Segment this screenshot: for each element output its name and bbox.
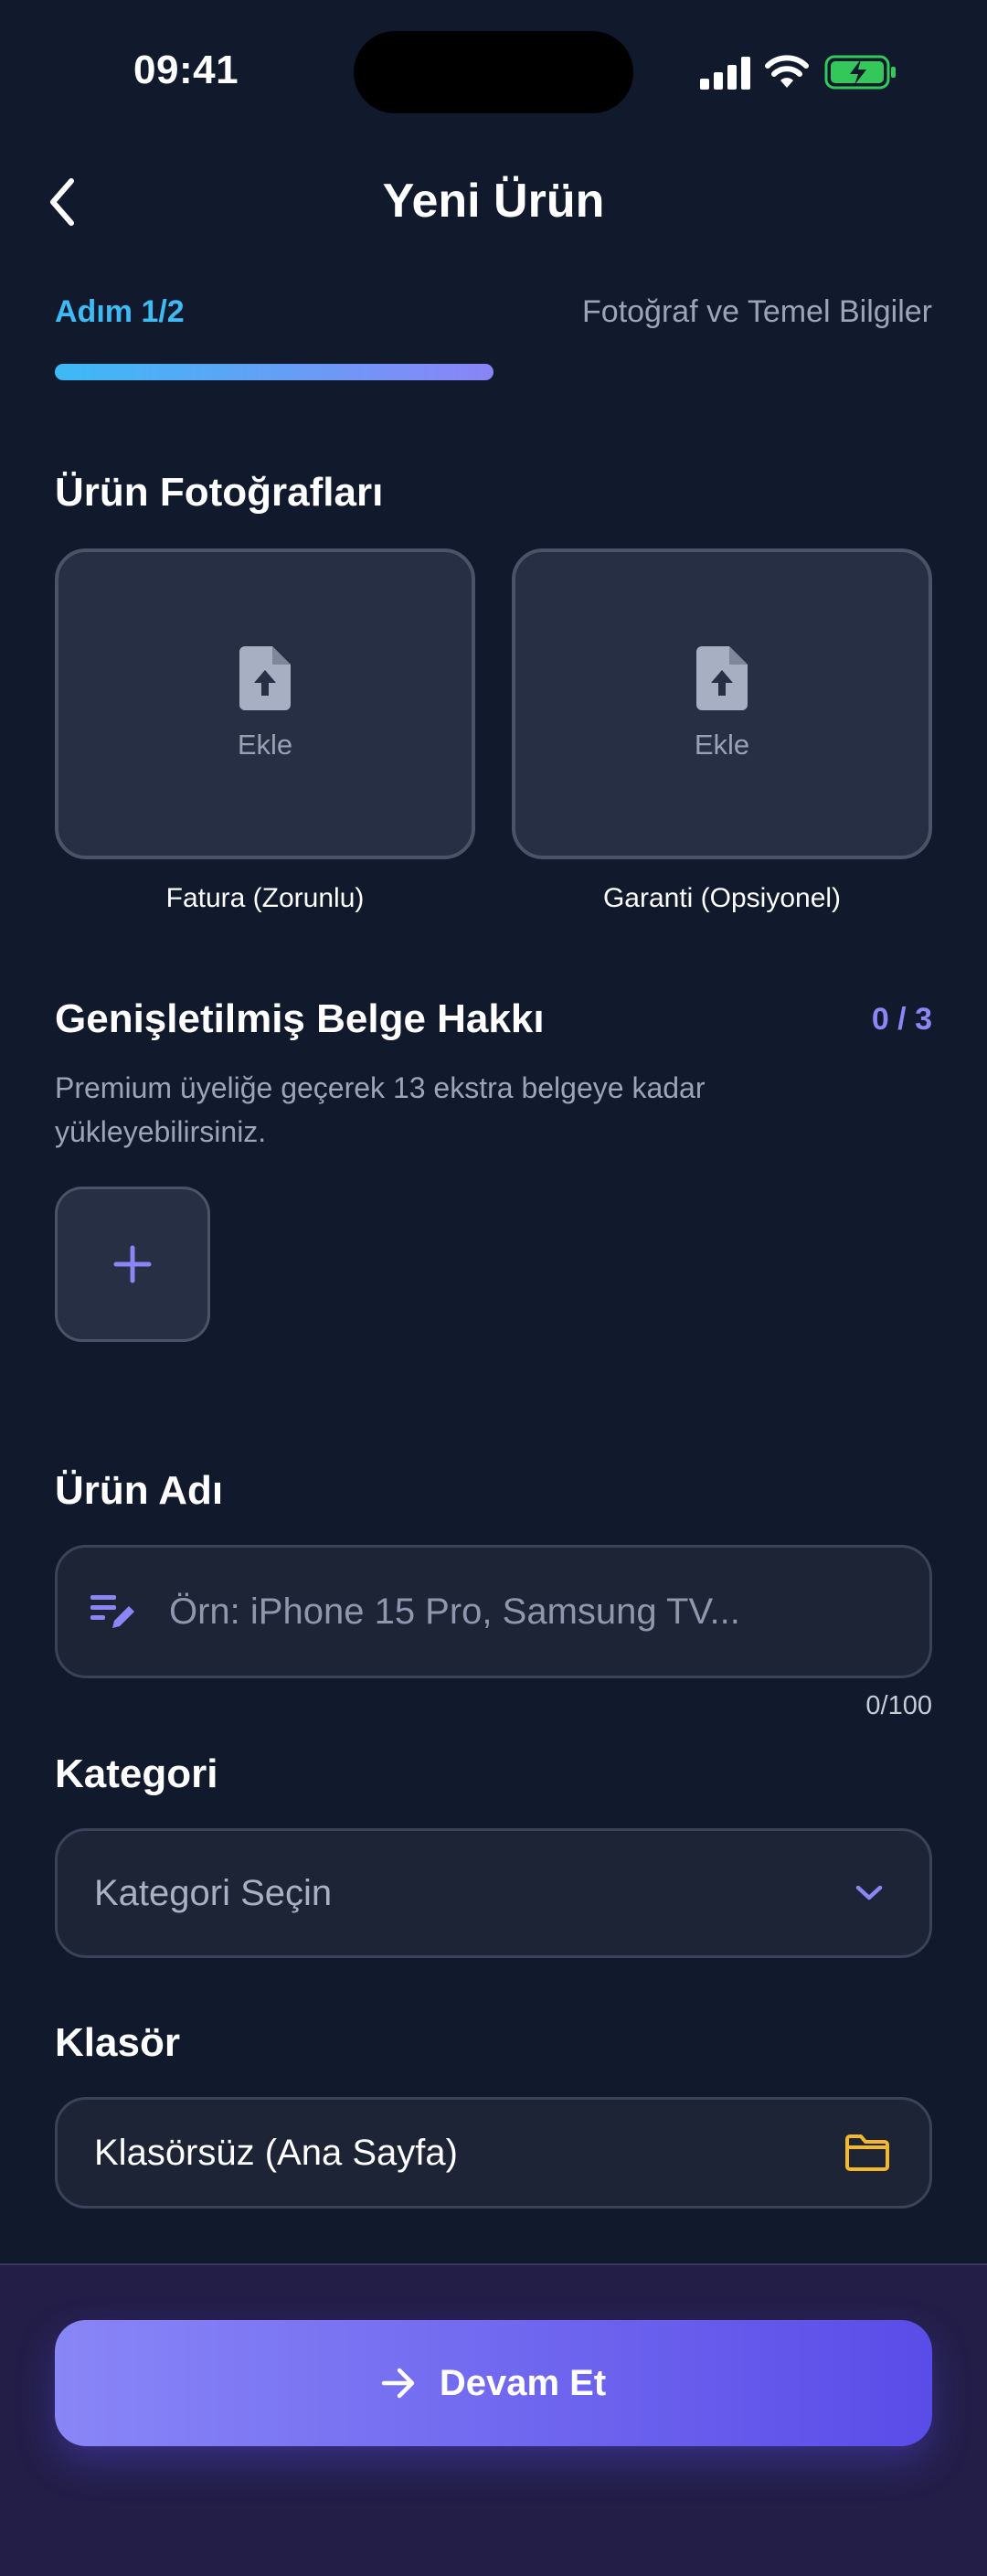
upload-label: Ekle <box>694 729 750 761</box>
warranty-upload-button[interactable]: Ekle <box>512 548 932 859</box>
extended-docs-counter: 0 / 3 <box>871 1002 932 1037</box>
extended-docs-description: Premium üyeliğe geçerek 13 ekstra belgey… <box>55 1071 706 1148</box>
product-name-label: Ürün Adı <box>55 1468 224 1513</box>
photos-section-title: Ürün Fotoğrafları <box>55 470 384 515</box>
invoice-upload-button[interactable]: Ekle <box>55 548 475 859</box>
arrow-right-icon <box>381 2368 415 2399</box>
dynamic-island <box>354 31 633 113</box>
category-label: Kategori <box>55 1751 218 1796</box>
step-label: Adım 1/2 <box>55 294 185 329</box>
continue-button-label: Devam Et <box>439 2362 607 2403</box>
file-upload-icon <box>239 646 291 710</box>
product-name-field[interactable]: Örn: iPhone 15 Pro, Samsung TV... <box>55 1545 932 1678</box>
step-progress-fill <box>55 364 494 380</box>
add-document-button[interactable] <box>55 1187 210 1342</box>
folder-icon <box>845 2134 889 2171</box>
folder-select[interactable]: Klasörsüz (Ana Sayfa) <box>55 2097 932 2209</box>
chevron-down-icon <box>855 1885 883 1900</box>
folder-label: Klasör <box>55 2020 180 2065</box>
file-upload-icon <box>696 646 748 710</box>
product-name-char-count: 0/100 <box>865 1691 932 1720</box>
step-progress-bar <box>55 364 932 380</box>
upload-label: Ekle <box>237 729 293 761</box>
invoice-caption: Fatura (Zorunlu) <box>165 883 365 913</box>
battery-charging-icon <box>824 55 896 90</box>
folder-value: Klasörsüz (Ana Sayfa) <box>94 2132 458 2173</box>
cellular-signal-icon <box>700 57 750 90</box>
warranty-caption: Garanti (Opsiyonel) <box>602 883 842 913</box>
text-edit-icon <box>90 1595 134 1628</box>
page-title: Yeni Ürün <box>382 175 605 228</box>
category-placeholder: Kategori Seçin <box>94 1872 333 1913</box>
status-time: 09:41 <box>133 48 239 92</box>
category-select[interactable]: Kategori Seçin <box>55 1828 932 1958</box>
step-description: Fotoğraf ve Temel Bilgiler <box>582 294 932 329</box>
plus-icon <box>113 1245 152 1283</box>
wifi-icon <box>765 55 809 88</box>
continue-button[interactable]: Devam Et <box>55 2320 932 2446</box>
extended-docs-title: Genişletilmiş Belge Hakkı <box>55 996 545 1041</box>
product-name-placeholder: Örn: iPhone 15 Pro, Samsung TV... <box>169 1591 740 1632</box>
